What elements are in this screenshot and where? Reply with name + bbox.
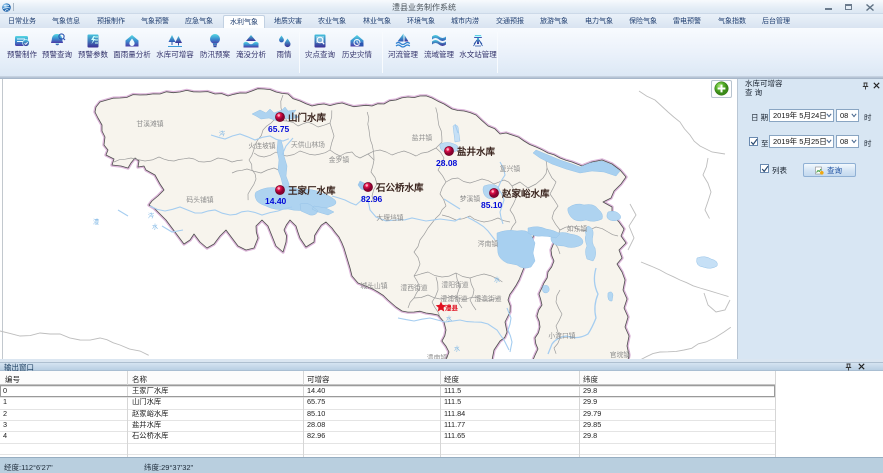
svg-text:澧县: 澧县 — [445, 303, 459, 312]
svg-text:石公桥水库: 石公桥水库 — [375, 182, 424, 194]
svg-text:火连坡镇: 火连坡镇 — [248, 141, 275, 150]
svg-text:水: 水 — [454, 345, 460, 353]
svg-text:盐井水库: 盐井水库 — [457, 146, 496, 158]
svg-text:涔: 涔 — [219, 130, 225, 138]
svg-text:王家厂水库: 王家厂水库 — [288, 185, 336, 197]
svg-text:赵家峪水库: 赵家峪水库 — [501, 188, 550, 200]
svg-text:大堰垱镇: 大堰垱镇 — [376, 213, 403, 222]
svg-text:水: 水 — [494, 276, 500, 284]
svg-text:小渡口镇: 小渡口镇 — [548, 331, 575, 340]
svg-text:澧阳街道: 澧阳街道 — [441, 280, 468, 289]
svg-text:金罗镇: 金罗镇 — [329, 155, 350, 164]
svg-text:水: 水 — [446, 315, 452, 323]
svg-text:涔: 涔 — [148, 212, 154, 220]
svg-text:城头山镇: 城头山镇 — [360, 281, 387, 290]
svg-text:水: 水 — [152, 223, 158, 231]
svg-text:梦溪镇: 梦溪镇 — [460, 194, 481, 203]
svg-text:如东镇: 如东镇 — [567, 224, 588, 233]
svg-text:山门水库: 山门水库 — [288, 112, 327, 124]
svg-text:82.96: 82.96 — [361, 194, 383, 204]
svg-text:复兴镇: 复兴镇 — [500, 164, 521, 173]
svg-text:澧: 澧 — [93, 218, 99, 226]
svg-text:65.75: 65.75 — [268, 124, 290, 134]
svg-text:28.08: 28.08 — [436, 158, 458, 168]
svg-text:官垸镇: 官垸镇 — [610, 350, 631, 359]
svg-text:14.40: 14.40 — [265, 196, 287, 206]
svg-text:澧浦街道: 澧浦街道 — [440, 294, 467, 303]
svg-text:甘溪滩镇: 甘溪滩镇 — [136, 119, 163, 128]
svg-text:盐井镇: 盐井镇 — [412, 133, 433, 142]
svg-text:天供山林场: 天供山林场 — [291, 140, 325, 149]
svg-text:澧澹街道: 澧澹街道 — [474, 294, 501, 303]
svg-text:涔南镇: 涔南镇 — [478, 239, 499, 248]
svg-text:澧西街道: 澧西街道 — [400, 283, 427, 292]
svg-text:码头铺镇: 码头铺镇 — [186, 195, 213, 204]
svg-text:85.10: 85.10 — [481, 200, 503, 210]
